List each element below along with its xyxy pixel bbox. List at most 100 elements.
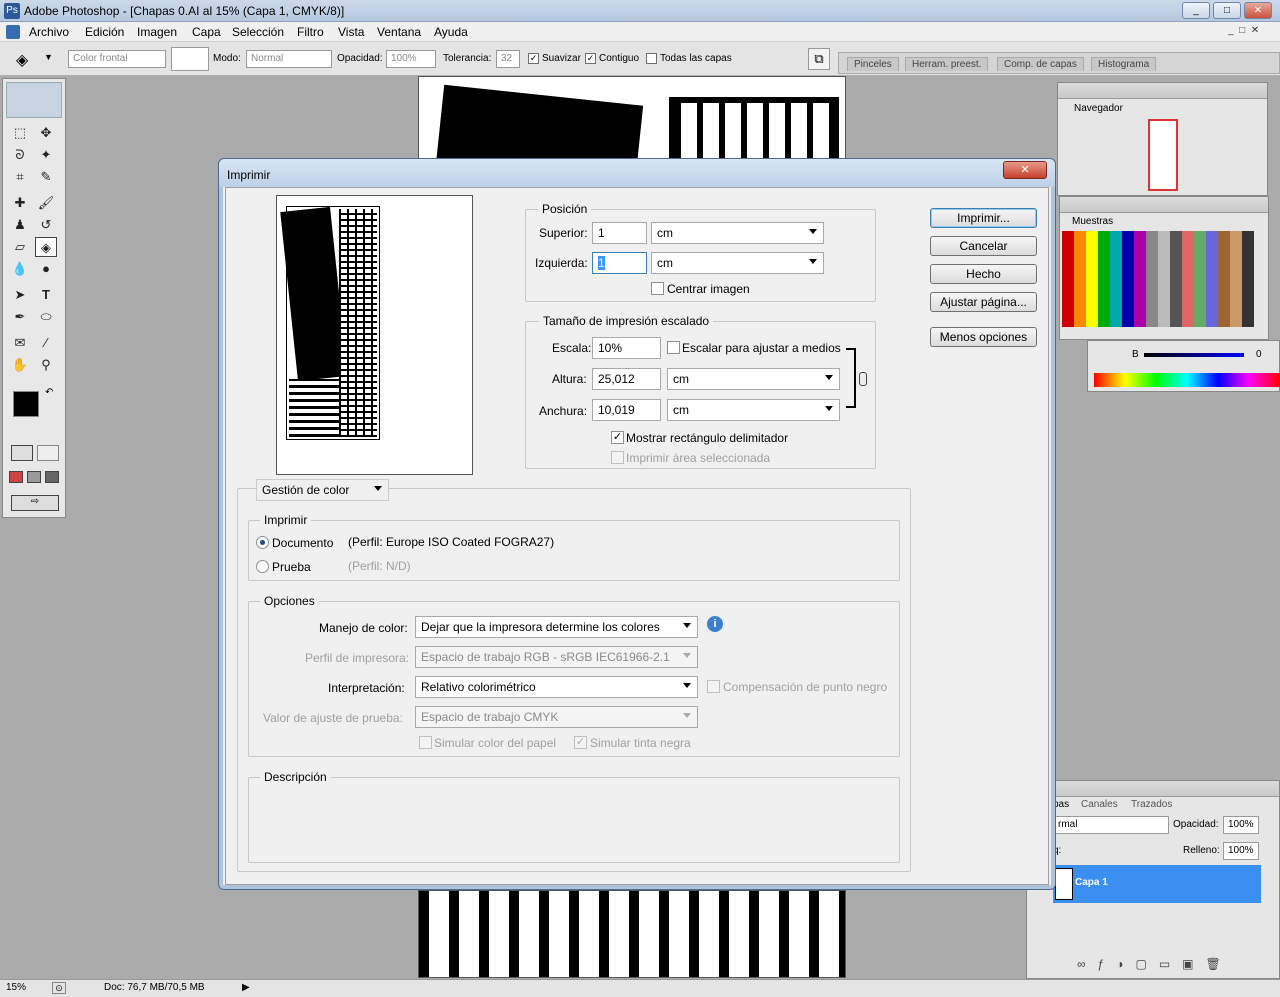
crop-icon[interactable]: ⌗ <box>9 167 31 187</box>
menu-seleccion[interactable]: Selección <box>232 25 284 39</box>
marquee-icon[interactable]: ⬚ <box>9 123 31 143</box>
screen-mode-full-menu-icon[interactable] <box>27 471 41 483</box>
fill-source-select[interactable]: Color frontal <box>68 50 166 68</box>
move-icon[interactable]: ✥ <box>35 123 57 143</box>
layers-footer-icons[interactable]: ∞ƒ◑▢▭▣🗑 <box>1077 957 1233 971</box>
type-icon[interactable]: T <box>35 285 57 305</box>
document-canvas-top[interactable] <box>418 76 846 162</box>
simulate-ink-checkbox[interactable]: ✓ <box>574 736 587 749</box>
tab-comp-capas[interactable]: Comp. de capas <box>997 57 1084 71</box>
blend-mode-select[interactable]: rmal <box>1053 816 1169 834</box>
navigator-thumbnail[interactable] <box>1148 119 1178 191</box>
history-brush-icon[interactable]: ↺ <box>35 215 57 235</box>
notes-icon[interactable]: ✉ <box>9 333 31 353</box>
tolerance-input[interactable]: 32 <box>496 50 520 68</box>
simulate-paper-checkbox[interactable] <box>419 736 432 749</box>
top-unit-select[interactable]: cm <box>651 222 824 244</box>
width-input[interactable]: 10,019 <box>592 399 661 421</box>
color-handling-select[interactable]: Dejar que la impresora determine los col… <box>415 616 698 638</box>
tab-paths[interactable]: Trazados <box>1131 799 1172 810</box>
info-icon[interactable]: i <box>707 616 723 632</box>
menu-edicion[interactable]: Edición <box>85 25 124 39</box>
paint-bucket-tool-icon[interactable]: ◈ <box>35 237 57 257</box>
file-browser-icon[interactable]: ⧉ <box>808 48 830 70</box>
opacity-input[interactable]: 100% <box>386 50 436 68</box>
layer-row[interactable]: Capa 1 <box>1053 865 1261 903</box>
document-radio[interactable] <box>256 536 269 549</box>
menu-ventana[interactable]: Ventana <box>377 25 421 39</box>
clone-stamp-icon[interactable]: ♟ <box>9 215 31 235</box>
color-spectrum-bar[interactable] <box>1094 373 1280 387</box>
app-menu-icon[interactable] <box>6 25 20 39</box>
chain-link-icon[interactable] <box>859 372 867 386</box>
black-point-checkbox[interactable] <box>707 680 720 693</box>
maximize-button[interactable]: □ <box>1213 2 1241 19</box>
lasso-icon[interactable]: ᘐ <box>9 145 31 165</box>
brush-icon[interactable]: 🖌 <box>35 193 57 213</box>
pattern-picker[interactable] <box>171 47 209 71</box>
dodge-icon[interactable]: ● <box>35 259 57 279</box>
tab-pinceles[interactable]: Pinceles <box>847 57 899 71</box>
menu-imagen[interactable]: Imagen <box>137 25 177 39</box>
chevron-down-icon[interactable]: ▼ <box>44 52 53 62</box>
status-icon[interactable]: ⊙ <box>52 982 66 994</box>
menu-vista[interactable]: Vista <box>338 25 364 39</box>
page-setup-button[interactable]: Ajustar página... <box>930 292 1037 312</box>
menu-capa[interactable]: Capa <box>192 25 221 39</box>
color-management-select[interactable]: Gestión de color <box>256 479 389 501</box>
height-unit-select[interactable]: cm <box>667 368 840 390</box>
magic-wand-icon[interactable]: ✦ <box>35 145 57 165</box>
layer-fill-input[interactable]: 100% <box>1223 842 1259 860</box>
swatches-grid[interactable] <box>1062 231 1254 327</box>
scale-input[interactable]: 10% <box>592 337 661 359</box>
menu-ayuda[interactable]: Ayuda <box>434 25 468 39</box>
all-layers-checkbox[interactable] <box>646 53 657 64</box>
status-menu-arrow-icon[interactable]: ▶ <box>242 982 250 993</box>
contiguous-checkbox[interactable]: ✓ <box>585 53 596 64</box>
top-input[interactable]: 1 <box>592 222 647 244</box>
cancel-button[interactable]: Cancelar <box>930 236 1037 256</box>
eraser-icon[interactable]: ▱ <box>9 237 31 257</box>
jump-to-imageready-icon[interactable]: ⇨ <box>11 495 59 511</box>
feather-logo-icon[interactable] <box>6 82 62 118</box>
slice-icon[interactable]: ✎ <box>35 167 57 187</box>
bounding-box-checkbox[interactable]: ✓ <box>611 431 624 444</box>
proof-setup-select[interactable]: Espacio de trabajo CMYK <box>415 706 698 728</box>
print-button[interactable]: Imprimir... <box>930 208 1037 228</box>
minimize-button[interactable]: _ <box>1182 2 1210 19</box>
screen-mode-full-icon[interactable] <box>45 471 59 483</box>
swap-colors-icon[interactable]: ↶ <box>45 387 53 398</box>
path-select-icon[interactable]: ➤ <box>9 285 31 305</box>
standard-mode-icon[interactable] <box>11 445 33 461</box>
layer-opacity-input[interactable]: 100% <box>1223 816 1259 834</box>
antialias-checkbox[interactable]: ✓ <box>528 53 539 64</box>
healing-brush-icon[interactable]: ✚ <box>9 193 31 213</box>
left-input[interactable]: 1 <box>592 252 647 274</box>
tab-herram-preest[interactable]: Herram. preest. <box>905 57 989 71</box>
menu-filtro[interactable]: Filtro <box>297 25 324 39</box>
tab-channels[interactable]: Canales <box>1081 799 1118 810</box>
rendering-intent-select[interactable]: Relativo colorimétrico <box>415 676 698 698</box>
dialog-close-button[interactable]: ✕ <box>1003 161 1047 179</box>
mode-select[interactable]: Normal <box>246 50 332 68</box>
zoom-level[interactable]: 15% <box>6 982 26 993</box>
fewer-options-button[interactable]: Menos opciones <box>930 327 1037 347</box>
paint-bucket-icon[interactable]: ◈ <box>16 50 28 70</box>
quick-mask-icon[interactable] <box>37 445 59 461</box>
proof-radio[interactable] <box>256 560 269 573</box>
foreground-color-swatch[interactable] <box>13 391 39 417</box>
width-unit-select[interactable]: cm <box>667 399 840 421</box>
printer-profile-select[interactable]: Espacio de trabajo RGB - sRGB IEC61966-2… <box>415 646 698 668</box>
scale-to-fit-checkbox[interactable] <box>667 341 680 354</box>
blur-icon[interactable]: 💧 <box>9 259 31 279</box>
center-image-checkbox[interactable] <box>651 282 664 295</box>
print-selected-area-checkbox[interactable] <box>611 451 624 464</box>
height-input[interactable]: 25,012 <box>592 368 661 390</box>
left-unit-select[interactable]: cm <box>651 252 824 274</box>
swatches-tab[interactable]: Muestras <box>1068 215 1118 228</box>
pen-icon[interactable]: ✒ <box>9 307 31 327</box>
close-button[interactable]: ✕ <box>1244 2 1272 19</box>
zoom-icon[interactable]: ⚲ <box>35 355 57 375</box>
eyedropper-icon[interactable]: ⁄ <box>35 333 57 353</box>
hand-icon[interactable]: ✋ <box>9 355 31 375</box>
